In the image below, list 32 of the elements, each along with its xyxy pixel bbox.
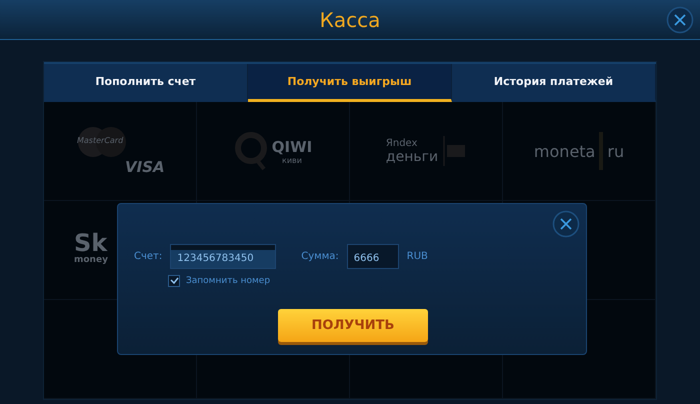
logo-text: ru: [607, 142, 624, 160]
close-icon[interactable]: [666, 6, 694, 34]
logo-text: Sk: [74, 231, 108, 255]
checkbox-label: Запомнить номер: [186, 276, 270, 286]
logo-text: QIWI: [272, 138, 312, 156]
logo-text: киви: [282, 156, 302, 164]
amount-field[interactable]: 6666: [346, 244, 399, 269]
logo-text: VISA: [125, 158, 165, 176]
card-circles-icon: [77, 126, 127, 158]
window-title: Касса: [320, 8, 380, 32]
wallet-icon: [442, 136, 466, 166]
logo-text: money: [74, 255, 108, 265]
bar-icon: [599, 132, 604, 170]
ring-icon: [234, 131, 268, 171]
currency-label: RUB: [406, 251, 428, 262]
field-label: Счет:: [134, 251, 162, 262]
close-icon[interactable]: [552, 210, 580, 238]
checkbox[interactable]: [168, 275, 180, 287]
submit-button[interactable]: ПОЛУЧИТЬ: [278, 309, 428, 342]
field-label: Сумма:: [301, 251, 339, 262]
payment-tile[interactable]: Яndex деньги: [350, 102, 503, 201]
account-field[interactable]: 123456783450: [170, 244, 276, 269]
logo-text: moneta: [534, 142, 596, 160]
logo-text: деньги: [386, 148, 438, 164]
logo-text: Яndex: [386, 138, 418, 148]
payment-tile[interactable]: QIWI киви: [197, 102, 350, 201]
tab[interactable]: История платежей: [452, 64, 656, 102]
logo-text: MasterCard: [77, 136, 124, 145]
tab[interactable]: Получить выигрыш: [248, 64, 452, 102]
payment-tile[interactable]: moneta ru: [503, 102, 656, 201]
tab[interactable]: Пополнить счет: [44, 64, 248, 102]
payment-tile[interactable]: MasterCard VISA: [44, 102, 197, 201]
